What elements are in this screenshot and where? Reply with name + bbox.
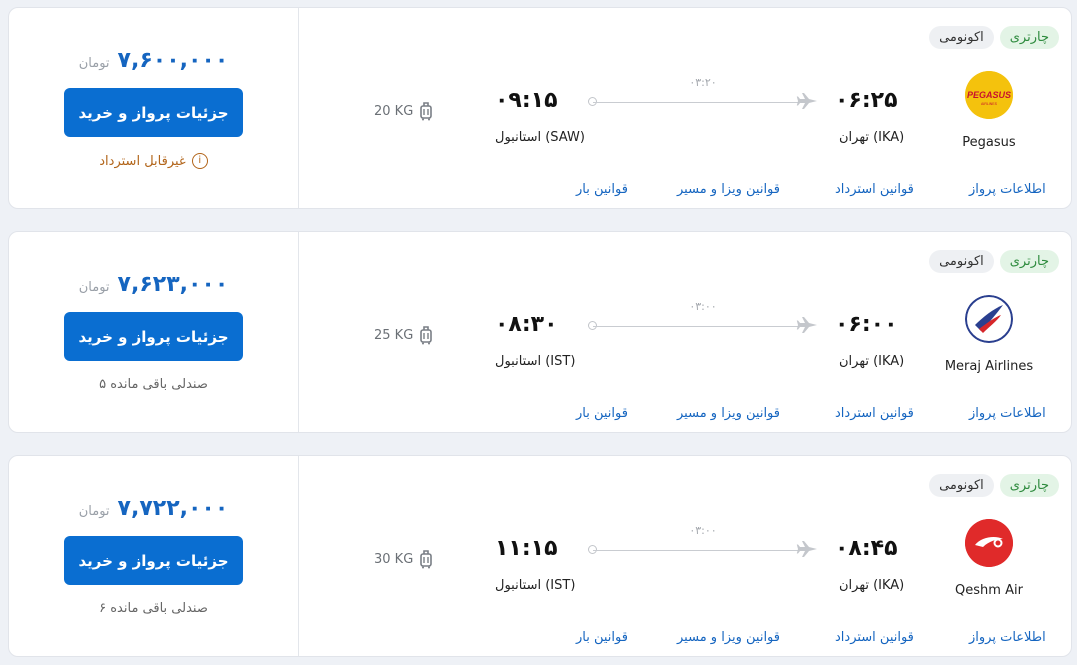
airplane-icon	[796, 316, 818, 338]
class-tag: اکونومی	[929, 474, 994, 497]
airline-name: Pegasus	[962, 135, 1016, 150]
arrival-time: ۰۸:۳۰	[495, 312, 558, 337]
charter-tag: چارتری	[999, 250, 1059, 273]
departure-city: تهران (IKA)	[839, 578, 905, 593]
info-icon[interactable]: i	[191, 153, 208, 169]
flight-duration: ۰۳:۰۰	[689, 300, 717, 313]
class-tag: اکونومی	[929, 250, 994, 273]
price-amount: ۷,۶۲۳,۰۰۰	[117, 272, 229, 297]
svg-text:PEGASUS: PEGASUS	[967, 90, 1011, 100]
flight-card: تومان ۷,۶۰۰,۰۰۰ جزئیات پرواز و خرید غیرق…	[8, 7, 1072, 209]
baggage-info: 25 KG	[374, 325, 433, 345]
price-row: تومان ۷,۶۰۰,۰۰۰	[9, 48, 298, 73]
flight-info-link[interactable]: اطلاعات پرواز	[969, 182, 1046, 197]
price-amount: ۷,۷۲۲,۰۰۰	[117, 496, 229, 521]
tags: چارتری اکونومی	[929, 26, 1059, 49]
flight-card: تومان ۷,۷۲۲,۰۰۰ جزئیات پرواز و خرید ۶ صن…	[8, 455, 1072, 657]
airplane-icon	[796, 92, 818, 114]
flight-details-buy-button[interactable]: جزئیات پرواز و خرید	[64, 88, 243, 137]
departure-time: ۰۸:۴۵	[835, 536, 898, 561]
baggage-info: 20 KG	[374, 101, 433, 121]
refund-rules-link[interactable]: قوانین استرداد	[835, 406, 914, 421]
svg-text:AIRLINES: AIRLINES	[981, 102, 998, 106]
meraj-logo-icon	[965, 295, 1013, 343]
price-row: تومان ۷,۶۲۳,۰۰۰	[9, 272, 298, 297]
visa-route-rules-link[interactable]: قوانین ویزا و مسیر	[677, 182, 780, 197]
luggage-icon	[419, 325, 433, 345]
departure-time: ۰۶:۲۵	[835, 88, 898, 113]
visa-route-rules-link[interactable]: قوانین ویزا و مسیر	[677, 630, 780, 645]
luggage-icon	[419, 101, 433, 121]
price-amount: ۷,۶۰۰,۰۰۰	[117, 48, 229, 73]
charter-tag: چارتری	[999, 474, 1059, 497]
departure-time: ۰۶:۰۰	[835, 312, 898, 337]
arrival-time: ۱۱:۱۵	[495, 536, 558, 561]
airline-name: Meraj Airlines	[944, 359, 1034, 374]
flight-card: تومان ۷,۶۲۳,۰۰۰ جزئیات پرواز و خرید ۵ صن…	[8, 231, 1072, 433]
baggage-weight: 25 KG	[374, 327, 414, 343]
flight-info-link[interactable]: اطلاعات پرواز	[969, 406, 1046, 421]
airplane-icon	[796, 540, 818, 562]
baggage-weight: 30 KG	[374, 551, 414, 567]
airline-block: PEGASUS AIRLINES Pegasus	[937, 71, 1041, 150]
flight-details-buy-button[interactable]: جزئیات پرواز و خرید	[64, 536, 243, 585]
baggage-rules-link[interactable]: قوانین بار	[576, 406, 628, 421]
currency-label: تومان	[78, 280, 110, 295]
baggage-weight: 20 KG	[374, 103, 414, 119]
arrival-time: ۰۹:۱۵	[495, 88, 558, 113]
route-line	[593, 102, 798, 103]
seats-left-note: ۵ صندلی باقی مانده	[99, 377, 208, 392]
flight-info-link[interactable]: اطلاعات پرواز	[969, 630, 1046, 645]
refund-rules-link[interactable]: قوانین استرداد	[835, 630, 914, 645]
refund-note: غیرقابل استرداد i	[9, 153, 298, 169]
arrival-city: استانبول (IST)	[495, 578, 576, 593]
route-line	[593, 550, 798, 551]
tags: چارتری اکونومی	[929, 474, 1059, 497]
tags: چارتری اکونومی	[929, 250, 1059, 273]
airline-name: Qeshm Air	[955, 583, 1023, 598]
price-row: تومان ۷,۷۲۲,۰۰۰	[9, 496, 298, 521]
flight-duration: ۰۳:۲۰	[689, 76, 717, 89]
departure-city: تهران (IKA)	[839, 130, 905, 145]
airline-block: Qeshm Air	[937, 519, 1041, 598]
currency-label: تومان	[78, 504, 110, 519]
currency-label: تومان	[78, 56, 110, 71]
seats-left-note: ۶ صندلی باقی مانده	[99, 601, 208, 616]
baggage-info: 30 KG	[374, 549, 433, 569]
price-pane: تومان ۷,۶۲۳,۰۰۰ جزئیات پرواز و خرید ۵ صن…	[9, 232, 299, 432]
route-line	[593, 326, 798, 327]
refund-rules-link[interactable]: قوانین استرداد	[835, 182, 914, 197]
flight-duration: ۰۳:۰۰	[689, 524, 717, 537]
flight-details-buy-button[interactable]: جزئیات پرواز و خرید	[64, 312, 243, 361]
baggage-rules-link[interactable]: قوانین بار	[576, 630, 628, 645]
departure-city: تهران (IKA)	[839, 354, 905, 369]
qeshm-logo-icon	[965, 519, 1013, 567]
class-tag: اکونومی	[929, 26, 994, 49]
pegasus-logo-icon: PEGASUS AIRLINES	[965, 71, 1013, 119]
arrival-city: استانبول (IST)	[495, 354, 576, 369]
arrival-city: استانبول (SAW)	[495, 130, 585, 145]
airline-block: Meraj Airlines	[937, 295, 1041, 374]
price-pane: تومان ۷,۷۲۲,۰۰۰ جزئیات پرواز و خرید ۶ صن…	[9, 456, 299, 656]
non-refundable-label: غیرقابل استرداد	[99, 153, 186, 169]
visa-route-rules-link[interactable]: قوانین ویزا و مسیر	[677, 406, 780, 421]
charter-tag: چارتری	[999, 26, 1059, 49]
price-pane: تومان ۷,۶۰۰,۰۰۰ جزئیات پرواز و خرید غیرق…	[9, 8, 299, 208]
baggage-rules-link[interactable]: قوانین بار	[576, 182, 628, 197]
luggage-icon	[419, 549, 433, 569]
